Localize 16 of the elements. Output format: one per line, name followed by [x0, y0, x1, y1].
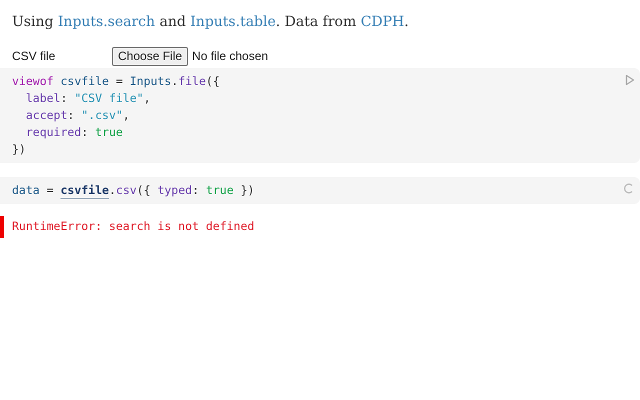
error-message: RuntimeError: search is not defined [12, 218, 254, 236]
code-line: viewof csvfile = Inputs.file({ [12, 73, 220, 90]
code-line: data = csvfile.csv({ typed: true }) [12, 182, 254, 199]
intro-text: Using Inputs.search and Inputs.table. Data from CDPH. [11, 13, 410, 32]
code-line: required: true [24, 124, 123, 141]
link[interactable]: Inputs.table [190, 14, 276, 30]
link[interactable]: CDPH [360, 14, 404, 30]
code-line: accept: ".csv", [24, 107, 130, 124]
code-line: label: "CSV file", [24, 90, 151, 107]
loading-icon [623, 183, 634, 194]
run-icon[interactable] [625, 74, 635, 86]
choose-file-button[interactable]: Choose File [112, 46, 188, 66]
file-status: No file chosen [192, 48, 268, 65]
field-label: CSV file [12, 48, 56, 65]
link[interactable]: Inputs.search [58, 14, 156, 30]
code-line: }) [12, 141, 26, 158]
